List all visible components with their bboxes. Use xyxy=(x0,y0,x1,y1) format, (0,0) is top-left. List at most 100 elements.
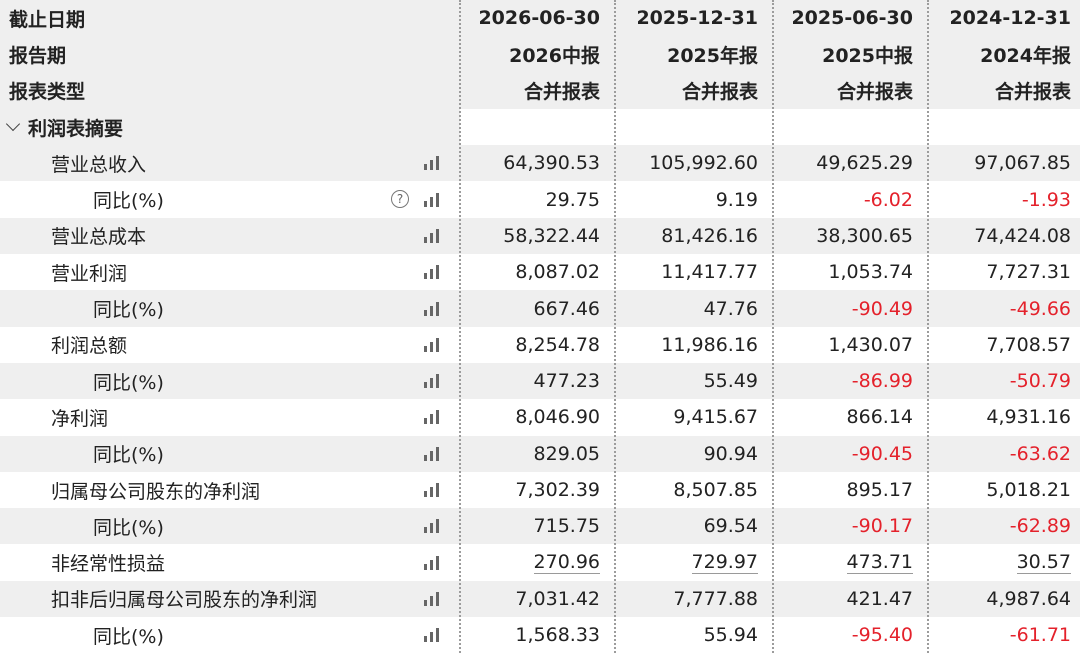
value: -63.62 xyxy=(1009,442,1071,465)
value-cell: 7,727.31 xyxy=(928,254,1080,290)
value: 866.14 xyxy=(846,406,913,429)
header-cell: 2025年报 xyxy=(667,44,758,67)
value-cell: 8,507.85 xyxy=(615,472,773,508)
value-cell: 9.19 xyxy=(615,182,773,218)
row-label-cell: 营业总收入 xyxy=(0,145,460,181)
header-cell: 2025-06-30 xyxy=(791,7,913,30)
chevron-down-icon[interactable] xyxy=(5,116,21,132)
bar-chart-icon[interactable] xyxy=(424,373,440,389)
row-label-cell: 同比(%) xyxy=(0,363,460,399)
value: 7,031.42 xyxy=(515,587,600,610)
value-cell: 38,300.65 xyxy=(773,218,928,254)
value-cell: 74,424.08 xyxy=(928,218,1080,254)
bar-chart-icon[interactable] xyxy=(424,591,440,607)
value-cell: -90.45 xyxy=(773,436,928,472)
value: 8,087.02 xyxy=(515,261,600,284)
bar-chart-icon[interactable] xyxy=(424,337,440,353)
bar-chart-icon[interactable] xyxy=(424,518,440,534)
value-cell: 11,417.77 xyxy=(615,254,773,290)
value-cell: 473.71 xyxy=(773,545,928,581)
value[interactable]: 270.96 xyxy=(533,552,600,574)
value-cell: 47.76 xyxy=(615,290,773,326)
value: 8,507.85 xyxy=(673,479,758,502)
row-label: 净利润 xyxy=(51,407,109,430)
header-cell: 2024年报 xyxy=(980,44,1071,67)
value: 11,417.77 xyxy=(661,261,758,284)
value-cell: 421.47 xyxy=(773,581,928,617)
value: -62.89 xyxy=(1009,515,1071,538)
financial-summary-table: 截止日期 2026-06-30 2025-12-31 2025-06-30 2024-1… xyxy=(0,0,1080,653)
row-label-cell: 同比(%) xyxy=(0,508,460,544)
row-label: 营业总收入 xyxy=(51,153,147,176)
value: 38,300.65 xyxy=(816,224,913,247)
table-row: 同比(%) 829.05 90.94 -90.45 -63.62 xyxy=(0,435,1080,472)
value-cell: 7,302.39 xyxy=(460,472,615,508)
value-cell: 64,390.53 xyxy=(460,145,615,181)
header-cell: 2024-12-31 xyxy=(949,7,1071,30)
value: 5,018.21 xyxy=(986,479,1071,502)
value: -90.17 xyxy=(851,515,913,538)
value: 1,568.33 xyxy=(515,624,600,647)
table-row: 净利润 8,046.90 9,415.67 866.14 4,931.16 xyxy=(0,399,1080,436)
value[interactable]: 729.97 xyxy=(691,552,758,574)
row-label: 同比(%) xyxy=(93,371,164,394)
value: -90.45 xyxy=(851,442,913,465)
value: 715.75 xyxy=(533,515,600,538)
bar-chart-icon[interactable] xyxy=(424,301,440,317)
value: 29.75 xyxy=(545,188,600,211)
section-empty-cell xyxy=(773,108,928,146)
value: 49,625.29 xyxy=(816,152,913,175)
value-cell: 1,568.33 xyxy=(460,617,615,653)
row-label-cell: 非经常性损益 xyxy=(0,545,460,581)
section-row-income-summary[interactable]: 利润表摘要 xyxy=(0,108,1080,146)
value: 9.19 xyxy=(715,188,758,211)
value-cell: 729.97 xyxy=(615,545,773,581)
bar-chart-icon[interactable] xyxy=(424,192,440,208)
bar-chart-icon[interactable] xyxy=(424,264,440,280)
value: 421.47 xyxy=(846,587,913,610)
header-cell: 2025中报 xyxy=(822,44,913,67)
value: 9,415.67 xyxy=(673,406,758,429)
bar-chart-icon[interactable] xyxy=(424,627,440,643)
bar-chart-icon[interactable] xyxy=(424,409,440,425)
table-row: 同比(%) 477.23 55.49 -86.99 -50.79 xyxy=(0,363,1080,400)
row-label: 扣非后归属母公司股东的净利润 xyxy=(51,589,318,612)
column-separator xyxy=(772,0,774,653)
table-row: 归属母公司股东的净利润 7,302.39 8,507.85 895.17 5,018.2… xyxy=(0,471,1080,509)
value-cell: 55.94 xyxy=(615,617,773,653)
header-cell: 合并报表 xyxy=(836,81,913,104)
value: 64,390.53 xyxy=(503,152,600,175)
value[interactable]: 473.71 xyxy=(846,552,913,574)
section-toggle[interactable]: 利润表摘要 xyxy=(0,109,460,145)
value-cell: 667.46 xyxy=(460,290,615,326)
value-cell: -62.89 xyxy=(928,508,1080,544)
header-label: 截止日期 xyxy=(9,8,86,31)
header-cell: 合并报表 xyxy=(523,81,600,104)
bar-chart-icon[interactable] xyxy=(424,446,440,462)
table-row: 营业总成本 58,322.44 81,426.16 38,300.65 74,424.0… xyxy=(0,217,1080,255)
header-label: 报告期 xyxy=(9,44,67,67)
value[interactable]: 30.57 xyxy=(1016,552,1071,574)
row-label-cell: 利润总额 xyxy=(0,327,460,363)
value: 55.49 xyxy=(703,370,758,393)
value: 8,046.90 xyxy=(515,406,600,429)
help-circle-icon[interactable]: ? xyxy=(391,189,409,208)
value-cell: 49,625.29 xyxy=(773,145,928,181)
value: 97,067.85 xyxy=(974,152,1071,175)
table-row: 营业总收入 64,390.53 105,992.60 49,625.29 97,067.… xyxy=(0,145,1080,182)
value: 8,254.78 xyxy=(515,333,600,356)
bar-chart-icon[interactable] xyxy=(424,555,440,571)
value-cell: 97,067.85 xyxy=(928,145,1080,181)
bar-chart-icon[interactable] xyxy=(424,482,440,498)
row-label-cell: 净利润 xyxy=(0,399,460,435)
table-row: 同比(%) 715.75 69.54 -90.17 -62.89 xyxy=(0,508,1080,545)
value: 1,053.74 xyxy=(828,261,913,284)
bar-chart-icon[interactable] xyxy=(424,155,440,171)
value: 7,777.88 xyxy=(673,587,758,610)
row-label: 营业总成本 xyxy=(51,226,147,249)
value-cell: 8,087.02 xyxy=(460,254,615,290)
bar-chart-icon[interactable] xyxy=(424,228,440,244)
value-cell: 58,322.44 xyxy=(460,218,615,254)
value-cell: 9,415.67 xyxy=(615,399,773,435)
header-label: 报表类型 xyxy=(9,81,86,104)
